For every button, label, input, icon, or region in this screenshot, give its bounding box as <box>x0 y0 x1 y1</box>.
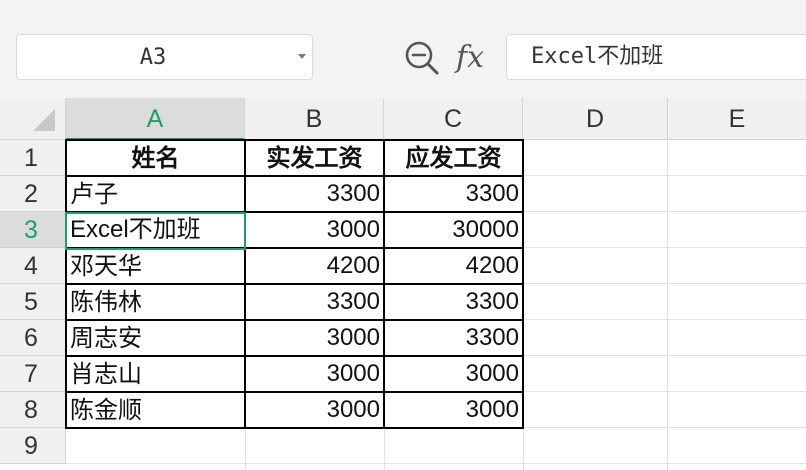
table-border <box>522 139 524 429</box>
gridline <box>66 463 806 464</box>
cell-a1[interactable]: 姓名 <box>66 140 245 176</box>
cell-a6[interactable]: 周志安 <box>66 320 245 356</box>
cell-c1[interactable]: 应发工资 <box>384 140 523 176</box>
cell-c5[interactable]: 3300 <box>384 284 523 320</box>
row-header-2[interactable]: 2 <box>0 176 66 212</box>
select-all-icon <box>33 109 55 131</box>
cell-a8[interactable]: 陈金顺 <box>66 392 245 428</box>
gridline <box>667 140 668 470</box>
cell-b6[interactable]: 3000 <box>245 320 384 356</box>
row-header-3[interactable]: 3 <box>0 212 66 248</box>
chevron-down-icon[interactable] <box>298 54 306 59</box>
table-border <box>65 139 524 141</box>
row-header-5[interactable]: 5 <box>0 284 66 320</box>
table-border <box>65 355 524 357</box>
cell-b7[interactable]: 3000 <box>245 356 384 392</box>
formula-bar: A3 fx Excel不加班 <box>0 14 806 98</box>
column-header-c[interactable]: C <box>384 98 523 140</box>
row-header-1[interactable]: 1 <box>0 140 66 176</box>
cell-c4[interactable]: 4200 <box>384 248 523 284</box>
cell-b1[interactable]: 实发工资 <box>245 140 384 176</box>
table-border <box>65 283 524 285</box>
table-border <box>65 427 524 429</box>
row-header-7[interactable]: 7 <box>0 356 66 392</box>
cell-a4[interactable]: 邓天华 <box>66 248 245 284</box>
row-header-9[interactable]: 9 <box>0 428 66 464</box>
cell-c3[interactable]: 30000 <box>384 212 523 248</box>
formula-value: Excel不加班 <box>531 44 664 69</box>
table-border <box>244 139 246 429</box>
cell-c6[interactable]: 3300 <box>384 320 523 356</box>
cell-a7[interactable]: 肖志山 <box>66 356 245 392</box>
cell-b8[interactable]: 3000 <box>245 392 384 428</box>
table-border <box>65 319 524 321</box>
cell-b4[interactable]: 4200 <box>245 248 384 284</box>
select-all-corner[interactable] <box>0 98 66 140</box>
row-header-8[interactable]: 8 <box>0 392 66 428</box>
spreadsheet-grid: A B C D E 1 2 3 4 5 6 7 8 9 姓名 实发工资 应发工资… <box>0 98 806 470</box>
name-box-value: A3 <box>139 45 167 70</box>
table-border <box>383 139 385 429</box>
table-border <box>65 211 524 213</box>
row-header-4[interactable]: 4 <box>0 248 66 284</box>
zoom-out-icon[interactable] <box>404 40 440 76</box>
cell-b3[interactable]: 3000 <box>245 212 384 248</box>
table-border <box>65 175 524 177</box>
formula-input[interactable]: Excel不加班 <box>506 34 806 80</box>
table-border <box>65 391 524 393</box>
cell-b2[interactable]: 3300 <box>245 176 384 212</box>
column-header-e[interactable]: E <box>668 98 806 140</box>
table-border <box>65 139 67 429</box>
cell-a5[interactable]: 陈伟林 <box>66 284 245 320</box>
cell-a3[interactable]: Excel不加班 <box>66 212 245 248</box>
name-box[interactable]: A3 <box>16 34 313 80</box>
column-header-d[interactable]: D <box>523 98 668 140</box>
cell-c8[interactable]: 3000 <box>384 392 523 428</box>
cell-a2[interactable]: 卢子 <box>66 176 245 212</box>
column-header-b[interactable]: B <box>245 98 384 140</box>
ribbon-edge <box>0 0 806 15</box>
row-header-6[interactable]: 6 <box>0 320 66 356</box>
column-header-a[interactable]: A <box>66 98 245 140</box>
table-border <box>65 247 524 249</box>
cell-c2[interactable]: 3300 <box>384 176 523 212</box>
cell-b5[interactable]: 3300 <box>245 284 384 320</box>
fx-icon[interactable]: fx <box>456 38 484 78</box>
cell-c7[interactable]: 3000 <box>384 356 523 392</box>
